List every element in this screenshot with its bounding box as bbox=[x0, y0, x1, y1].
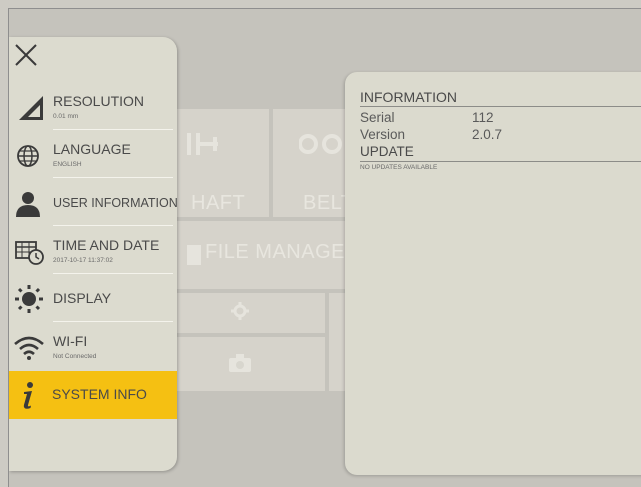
close-icon[interactable] bbox=[13, 42, 41, 70]
menu-divider bbox=[53, 273, 173, 274]
gear-icon bbox=[231, 300, 249, 326]
menu-item-label: TIME AND DATE bbox=[53, 237, 160, 253]
shaft-icon bbox=[185, 131, 221, 163]
bg-label-file-manager: FILE MANAGE bbox=[205, 241, 345, 263]
serial-value: 112 bbox=[472, 110, 494, 125]
ruler-triangle-icon bbox=[13, 92, 47, 122]
calendar-clock-icon bbox=[13, 236, 47, 266]
menu-divider bbox=[53, 225, 173, 226]
wifi-icon bbox=[13, 332, 47, 362]
bg-label-shaft: HAFT bbox=[191, 192, 246, 214]
menu-divider bbox=[53, 177, 173, 178]
info-icon bbox=[12, 380, 46, 410]
belt-icon bbox=[298, 131, 343, 163]
menu-item-wifi[interactable]: WI-FI Not Connected bbox=[9, 323, 177, 371]
menu-item-sublabel: ENGLISH bbox=[53, 161, 82, 168]
menu-item-sublabel: 0.01 mm bbox=[53, 113, 79, 120]
menu-item-resolution[interactable]: RESOLUTION 0.01 mm bbox=[9, 83, 177, 131]
information-header: INFORMATION bbox=[360, 89, 457, 105]
menu-item-system-info[interactable]: SYSTEM INFO bbox=[9, 371, 177, 419]
serial-label: Serial bbox=[360, 110, 395, 125]
menu-item-display[interactable]: DISPLAY bbox=[9, 275, 177, 323]
version-value: 2.0.7 bbox=[472, 127, 503, 142]
header-rule bbox=[360, 106, 641, 107]
update-header: UPDATE bbox=[360, 144, 414, 159]
system-info-panel: INFORMATION Serial 112 Version 2.0.7 UPD… bbox=[345, 72, 641, 475]
bg-tile-settings bbox=[177, 293, 325, 333]
camera-icon bbox=[229, 352, 251, 378]
bg-tile-camera bbox=[177, 337, 325, 391]
menu-item-label: RESOLUTION bbox=[53, 93, 145, 109]
user-icon bbox=[13, 188, 47, 218]
menu-item-label: WI-FI bbox=[53, 333, 88, 349]
sun-icon bbox=[13, 284, 47, 314]
menu-item-time-and-date[interactable]: TIME AND DATE 2017-10-17 11:37:02 bbox=[9, 227, 177, 275]
menu-divider bbox=[53, 321, 173, 322]
menu-item-label: LANGUAGE bbox=[53, 141, 131, 157]
app-frame: HAFT BELT FILE MANAGE RESOLUTION 0.01 mm bbox=[8, 8, 641, 487]
settings-menu: RESOLUTION 0.01 mm LANGUAGE ENGLISH USER… bbox=[9, 37, 178, 471]
update-status: NO UPDATES AVAILABLE bbox=[360, 164, 438, 171]
menu-item-language[interactable]: LANGUAGE ENGLISH bbox=[9, 131, 177, 179]
menu-item-sublabel: Not Connected bbox=[53, 353, 97, 360]
menu-item-user-information[interactable]: USER INFORMATION bbox=[9, 179, 178, 227]
menu-item-label: DISPLAY bbox=[53, 290, 112, 306]
menu-item-label: SYSTEM INFO bbox=[52, 386, 147, 402]
menu-item-label: USER INFORMATION bbox=[53, 196, 178, 210]
update-rule bbox=[360, 161, 641, 162]
menu-divider bbox=[53, 129, 173, 130]
menu-item-sublabel: 2017-10-17 11:37:02 bbox=[53, 257, 113, 264]
globe-icon bbox=[13, 140, 47, 170]
file-icon bbox=[187, 243, 201, 273]
version-label: Version bbox=[360, 127, 406, 142]
